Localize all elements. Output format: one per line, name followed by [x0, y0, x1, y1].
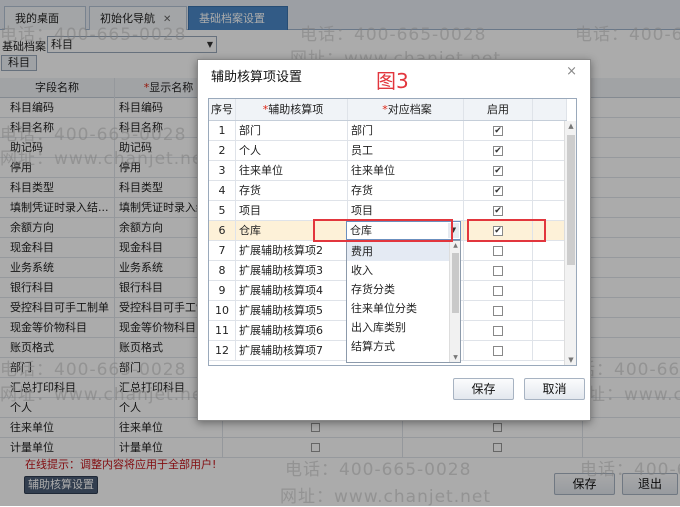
- dialog-save-button[interactable]: 保存: [453, 378, 514, 400]
- enabled-checkbox[interactable]: ✔: [493, 206, 503, 216]
- enabled-checkbox[interactable]: [493, 286, 503, 296]
- scroll-up-icon[interactable]: ▲: [565, 122, 576, 130]
- enabled-cell[interactable]: [464, 301, 533, 320]
- table-row[interactable]: 2 个人 员工 ✔: [209, 141, 567, 161]
- enabled-cell[interactable]: [464, 281, 533, 300]
- aux-item-cell[interactable]: 扩展辅助核算项3: [236, 261, 348, 280]
- highlight-box-archive: [313, 219, 453, 242]
- seq-cell: 2: [209, 141, 236, 160]
- archive-cell[interactable]: 员工: [348, 141, 464, 160]
- dialog-cancel-button[interactable]: 取消: [524, 378, 585, 400]
- seq-cell: 1: [209, 121, 236, 140]
- seq-cell: 3: [209, 161, 236, 180]
- enabled-checkbox[interactable]: [493, 246, 503, 256]
- aux-item-cell[interactable]: 往来单位: [236, 161, 348, 180]
- table-scrollbar[interactable]: ▲ ▼: [564, 121, 576, 365]
- aux-settings-dialog: 辅助核算项设置 图3 × 序号 *辅助核算项 *对应档案 启用 1 部门 部门 ✔ 2 个…: [197, 59, 591, 421]
- enabled-checkbox[interactable]: [493, 306, 503, 316]
- header-seq: 序号: [209, 99, 236, 120]
- close-icon[interactable]: ×: [566, 64, 577, 79]
- empty-cell: [533, 301, 567, 320]
- seq-cell: 4: [209, 181, 236, 200]
- empty-cell: [533, 321, 567, 340]
- archive-cell[interactable]: 存货: [348, 181, 464, 200]
- archive-cell[interactable]: 部门: [348, 121, 464, 140]
- empty-cell: [533, 121, 567, 140]
- dropdown-option[interactable]: 收入: [347, 261, 450, 280]
- enabled-checkbox[interactable]: ✔: [493, 186, 503, 196]
- table-row[interactable]: 1 部门 部门 ✔: [209, 121, 567, 141]
- empty-cell: [533, 261, 567, 280]
- archive-cell[interactable]: 往来单位: [348, 161, 464, 180]
- dropdown-option[interactable]: 往来单位分类: [347, 299, 450, 318]
- enabled-checkbox[interactable]: ✔: [493, 126, 503, 136]
- scrollbar-thumb[interactable]: [567, 135, 575, 265]
- aux-item-cell[interactable]: 部门: [236, 121, 348, 140]
- aux-item-cell[interactable]: 扩展辅助核算项5: [236, 301, 348, 320]
- aux-item-cell[interactable]: 扩展辅助核算项4: [236, 281, 348, 300]
- dropdown-option[interactable]: 存货分类: [347, 280, 450, 299]
- enabled-cell[interactable]: ✔: [464, 201, 533, 220]
- enabled-cell[interactable]: ✔: [464, 141, 533, 160]
- header-archive: *对应档案: [348, 99, 464, 120]
- aux-item-cell[interactable]: 扩展辅助核算项7: [236, 341, 348, 360]
- enabled-cell[interactable]: ✔: [464, 121, 533, 140]
- empty-cell: [533, 141, 567, 160]
- aux-item-cell[interactable]: 个人: [236, 141, 348, 160]
- enabled-cell[interactable]: [464, 241, 533, 260]
- enabled-cell[interactable]: [464, 261, 533, 280]
- enabled-cell[interactable]: [464, 341, 533, 360]
- seq-cell: 12: [209, 341, 236, 360]
- empty-cell: [533, 181, 567, 200]
- highlight-box-enabled: [467, 219, 546, 242]
- empty-cell: [533, 201, 567, 220]
- dropdown-option[interactable]: 结算方式: [347, 337, 450, 356]
- enabled-cell[interactable]: ✔: [464, 161, 533, 180]
- dropdown-option[interactable]: 费用: [347, 242, 450, 261]
- scroll-up-icon[interactable]: ▲: [450, 242, 460, 249]
- empty-cell: [533, 241, 567, 260]
- seq-cell: 11: [209, 321, 236, 340]
- empty-cell: [533, 161, 567, 180]
- seq-cell: 9: [209, 281, 236, 300]
- aux-item-cell[interactable]: 扩展辅助核算项6: [236, 321, 348, 340]
- header-aux-item: *辅助核算项: [236, 99, 348, 120]
- table-row[interactable]: 5 项目 项目 ✔: [209, 201, 567, 221]
- dropdown-scrollbar[interactable]: ▲ ▼: [449, 241, 460, 362]
- seq-cell: 8: [209, 261, 236, 280]
- seq-cell: 5: [209, 201, 236, 220]
- enabled-checkbox[interactable]: [493, 326, 503, 336]
- scrollbar-thumb[interactable]: [452, 253, 459, 313]
- seq-cell: 10: [209, 301, 236, 320]
- aux-item-cell[interactable]: 项目: [236, 201, 348, 220]
- scroll-down-icon[interactable]: ▼: [565, 356, 576, 364]
- header-enabled: 启用: [464, 99, 533, 120]
- aux-item-cell[interactable]: 存货: [236, 181, 348, 200]
- seq-cell: 7: [209, 241, 236, 260]
- enabled-checkbox[interactable]: ✔: [493, 146, 503, 156]
- enabled-checkbox[interactable]: [493, 346, 503, 356]
- enabled-cell[interactable]: ✔: [464, 181, 533, 200]
- empty-cell: [533, 341, 567, 360]
- dialog-title: 辅助核算项设置: [211, 70, 303, 85]
- enabled-checkbox[interactable]: ✔: [493, 166, 503, 176]
- enabled-checkbox[interactable]: [493, 266, 503, 276]
- seq-cell: 6: [209, 221, 236, 240]
- header-blank: [533, 99, 567, 120]
- archive-cell[interactable]: 项目: [348, 201, 464, 220]
- empty-cell: [533, 281, 567, 300]
- aux-table-header: 序号 *辅助核算项 *对应档案 启用: [209, 99, 567, 121]
- table-row[interactable]: 4 存货 存货 ✔: [209, 181, 567, 201]
- table-row[interactable]: 3 往来单位 往来单位 ✔: [209, 161, 567, 181]
- dropdown-option[interactable]: 出入库类别: [347, 318, 450, 337]
- archive-dropdown: 费用 收入 存货分类 往来单位分类 出入库类别 结算方式 ▲ ▼: [346, 240, 461, 363]
- scroll-down-icon[interactable]: ▼: [450, 354, 460, 361]
- enabled-cell[interactable]: [464, 321, 533, 340]
- figure-label: 图3: [376, 69, 409, 93]
- aux-item-cell[interactable]: 扩展辅助核算项2: [236, 241, 348, 260]
